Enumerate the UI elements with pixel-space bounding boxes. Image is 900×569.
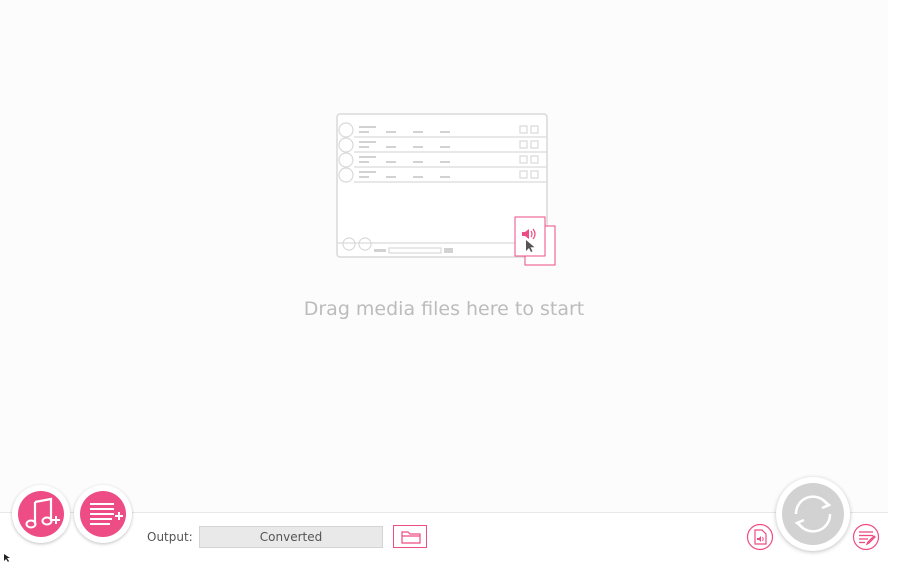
audio-file-icon — [746, 523, 774, 551]
convert-arrows-icon — [794, 495, 832, 533]
drop-area[interactable]: Drag media files here to start — [0, 0, 888, 512]
folder-icon — [401, 531, 421, 544]
output-settings-button[interactable] — [852, 523, 880, 551]
add-music-button[interactable] — [12, 485, 70, 543]
lines-edit-icon — [852, 523, 880, 551]
bottom-divider — [0, 512, 888, 513]
list-plus-icon — [90, 503, 123, 525]
convert-button[interactable] — [776, 477, 850, 551]
audio-settings-button[interactable] — [746, 523, 774, 551]
open-folder-button[interactable] — [393, 525, 427, 548]
music-note-plus-icon — [25, 497, 60, 529]
output-label: Output: — [147, 530, 193, 544]
drop-illustration — [336, 113, 556, 266]
cursor-icon — [4, 554, 10, 562]
drop-hint: Drag media files here to start — [303, 298, 585, 320]
output-folder-field[interactable]: Converted — [199, 526, 383, 548]
add-playlist-button[interactable] — [74, 485, 132, 543]
